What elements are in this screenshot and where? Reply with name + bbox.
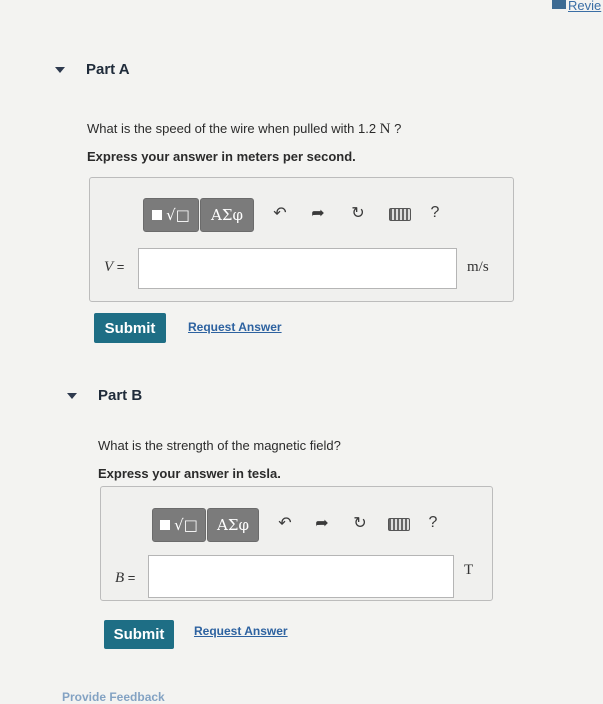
collapse-caret-icon[interactable] [67,393,77,399]
greek-symbols-button[interactable]: ΑΣφ [207,508,259,542]
part-a-question: What is the speed of the wire when pulle… [87,121,402,137]
reset-icon[interactable]: ↻ [347,201,369,225]
part-a-instruction: Express your answer in meters per second… [87,149,356,164]
template-box-icon [152,210,163,220]
part-b-variable-label: B = [115,570,136,586]
part-b-instruction: Express your answer in tesla. [98,466,281,481]
redo-icon[interactable]: ➦ [308,201,328,225]
part-b-title[interactable]: Part B [98,387,142,404]
review-icon [552,0,566,9]
part-b-question: What is the strength of the magnetic fie… [98,438,341,453]
template-box-icon [160,520,171,530]
reset-icon[interactable]: ↻ [349,511,371,535]
help-button[interactable]: ? [428,201,442,225]
redo-icon[interactable]: ➦ [312,511,332,535]
templates-button[interactable]: √□ [143,198,199,232]
part-b-unit: T [464,562,474,578]
undo-icon[interactable]: ↶ [270,201,290,225]
provide-feedback-link[interactable]: Provide Feedback [62,690,165,704]
templates-button[interactable]: √□ [152,508,206,542]
part-a-variable-label: V = [104,259,125,275]
part-b-request-answer-link[interactable]: Request Answer [194,624,288,638]
review-link[interactable]: Revie [568,0,601,13]
part-b-answer-input[interactable] [148,555,454,598]
collapse-caret-icon[interactable] [55,67,65,73]
undo-icon[interactable]: ↶ [275,511,295,535]
part-a-unit: m/s [467,259,489,275]
part-a-request-answer-link[interactable]: Request Answer [188,320,282,334]
part-a-title[interactable]: Part A [86,61,130,78]
keyboard-icon[interactable] [389,208,411,221]
help-button[interactable]: ? [426,511,440,535]
keyboard-icon[interactable] [388,518,410,531]
part-a-submit-button[interactable]: Submit [94,313,166,343]
greek-symbols-button[interactable]: ΑΣφ [200,198,254,232]
part-a-answer-input[interactable] [138,248,457,289]
part-b-submit-button[interactable]: Submit [104,620,174,649]
